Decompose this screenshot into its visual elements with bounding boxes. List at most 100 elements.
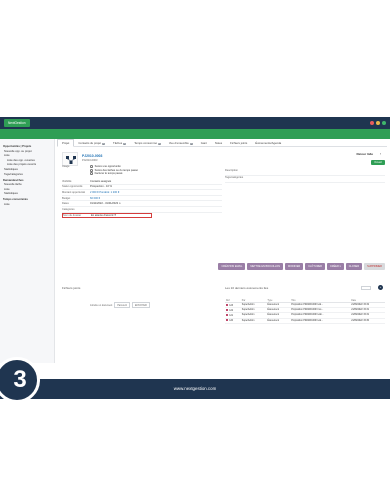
app-window: NextGestion Opportunités | Projets Nouve… [0, 117, 390, 363]
tab-label: Contacts du projet [78, 141, 102, 145]
events-table: Réf Par Type Titre Date 123 SuperAdmin É… [225, 299, 385, 324]
attached-files-section: Fichiers joints Joindre un document Parc… [62, 286, 217, 308]
field-value: 60 000 € [90, 196, 101, 200]
sidebar-item-time-list[interactable]: Liste [3, 203, 51, 206]
cell-ref-text: 121 [229, 315, 234, 318]
tab-notes[interactable]: Notes [211, 140, 226, 146]
cell-ref-text: 123 [229, 304, 234, 307]
checkbox-icon[interactable] [90, 168, 93, 172]
field-value: En attente d'accord !!! [91, 213, 117, 217]
tab-project[interactable]: Projet [57, 139, 75, 147]
tab-gantt[interactable]: Gant [197, 140, 211, 146]
usage-block: Usage Suivre une opportunité Suivre des … [62, 165, 182, 176]
step-number: 3 [13, 366, 27, 393]
field-label: Budget [62, 196, 71, 200]
add-event-icon[interactable]: + [378, 285, 383, 290]
cell-type: Événement [266, 318, 291, 324]
tab-label: Vue d'ensemble [168, 141, 189, 145]
field-value: 01/11/2022 - 31/01/2023 ⚠ [90, 202, 122, 206]
website-url[interactable]: www.nextgestion.com [0, 386, 390, 391]
usage-option[interactable]: Facturer le temps passé [90, 172, 182, 176]
sidebar-item-list[interactable]: Liste [3, 154, 51, 157]
create-dropdown-button[interactable]: CRÉER ▾ [327, 263, 344, 270]
table-row[interactable]: 120 SuperAdmin Événement Proposition PR2… [225, 318, 385, 324]
cell-date: 21/09/2022 15:30 [350, 318, 385, 324]
field-label: Nom du dossier [63, 213, 82, 217]
project-fields: Visibilité Contacts assignés Statut oppor… [62, 179, 222, 219]
tab-tasks[interactable]: Tâches 1 [109, 140, 130, 146]
project-subref: PJ2210-0003 [82, 159, 98, 162]
browse-button[interactable]: Parcourir [114, 302, 131, 308]
field-description: Description [225, 169, 385, 176]
project-icon [62, 152, 78, 166]
tab-label: Notes [214, 141, 223, 145]
field-label: Visibilité [62, 179, 72, 183]
events-list-button[interactable] [361, 286, 371, 290]
action-buttons: CRÉATION EMAIL METTRE EN BROUILLON MODIF… [218, 263, 385, 270]
sidebar-item-stats[interactable]: Statistiques [3, 168, 51, 171]
tab-badge: 1 [122, 143, 127, 145]
sidebar-item-task-list[interactable]: Liste [3, 188, 51, 191]
tab-label: Tâches [113, 141, 123, 145]
upload-label: Joindre un document [90, 303, 113, 307]
sidebar-section-projects[interactable]: Opportunités | Projets [3, 145, 51, 148]
tab-events[interactable]: Événements/Agenda [251, 140, 285, 146]
field-value: Prospection - 10 % [90, 185, 112, 189]
sidebar-item-new-project[interactable]: Nouvelle opp. ou projet [3, 150, 51, 153]
cell-ref[interactable]: 120 [225, 318, 241, 324]
field-value: 2 000 € Pondéré: 1 200 € [90, 190, 120, 194]
tab-bar: Projet Contacts du projet 1 Tâches 1 Tem… [57, 139, 387, 147]
green-dot-icon[interactable] [382, 121, 386, 125]
yellow-dot-icon[interactable] [376, 121, 380, 125]
field-folder-name: Nom du dossier En attente d'accord !!! [62, 212, 152, 219]
cell-ref-text: 122 [229, 309, 234, 312]
sidebar-section-tasks[interactable]: Demandes/ches [3, 179, 51, 182]
create-email-button[interactable]: CRÉATION EMAIL [218, 263, 246, 270]
field-label: Statut opportunité [62, 185, 83, 189]
tutorial-slide: NextGestion Opportunités | Projets Nouve… [0, 0, 390, 484]
checkbox-icon[interactable] [90, 165, 93, 169]
clone-button[interactable]: CLONER [345, 263, 363, 270]
window-dots [370, 121, 386, 125]
draft-button[interactable]: METTRE EN BROUILLON [247, 263, 283, 270]
tab-label: Événements/Agenda [255, 141, 282, 145]
tab-files[interactable]: Fichiers joints [226, 140, 251, 146]
tab-badge: 1 [101, 143, 106, 145]
upload-row: Joindre un document Parcourir ENVOYER [62, 302, 217, 308]
field-value: Contacts assignés [90, 179, 112, 183]
sidebar-section-time[interactable]: Temps consommés [3, 198, 51, 201]
sidebar-item-open-opps[interactable]: Liste des opp. ouvertes [3, 159, 51, 162]
app-brand[interactable]: NextGestion [4, 119, 30, 127]
sidebar-item-task-stats[interactable]: Statistiques [3, 192, 51, 195]
sidebar-item-new-task[interactable]: Nouvelle tâche [3, 183, 51, 186]
cell-ref-text: 120 [229, 320, 234, 323]
send-button[interactable]: ENVOYER [132, 302, 150, 308]
modify-button[interactable]: MODIFIER [285, 263, 304, 270]
attached-files-title: Fichiers joints [62, 286, 81, 290]
event-status-icon [226, 319, 229, 322]
title-bar: NextGestion [0, 117, 390, 129]
cell-title[interactable]: Proposition PR2208-0003 val... [290, 318, 351, 324]
top-menu-bar [0, 129, 390, 139]
main-content: Projet Contacts du projet 1 Tâches 1 Tem… [57, 139, 387, 363]
right-fields: Description Tags/catégories [225, 169, 385, 183]
tab-label: Projet [62, 141, 70, 145]
tab-overview[interactable]: Vue d'ensemble 1 [165, 140, 197, 146]
cell-by: SuperAdmin [240, 318, 267, 324]
checkbox-icon[interactable] [90, 172, 93, 176]
tab-time[interactable]: Temps consommé 2 [130, 140, 165, 146]
field-label: Montant opportunité [62, 190, 86, 194]
footer-banner: www.nextgestion.com [0, 379, 390, 399]
status-badge: Ouvert [371, 160, 385, 165]
close-project-button[interactable]: CLÔTURER [305, 263, 325, 270]
tab-contacts[interactable]: Contacts du projet 1 [74, 140, 109, 146]
sidebar-item-tags[interactable]: Tags/catégories [3, 173, 51, 176]
delete-button[interactable]: SUPPRIMER [364, 263, 385, 270]
left-sidebar: Opportunités | Projets Nouvelle opp. ou … [0, 139, 55, 363]
event-status-icon [226, 308, 229, 311]
sidebar-item-open-projects[interactable]: Liste des projets ouverts [3, 163, 51, 166]
prev-next-arrows[interactable]: ‹ › [370, 152, 385, 156]
field-label: Catégories [62, 207, 75, 211]
field-label: Dates [62, 202, 69, 206]
red-dot-icon[interactable] [370, 121, 374, 125]
